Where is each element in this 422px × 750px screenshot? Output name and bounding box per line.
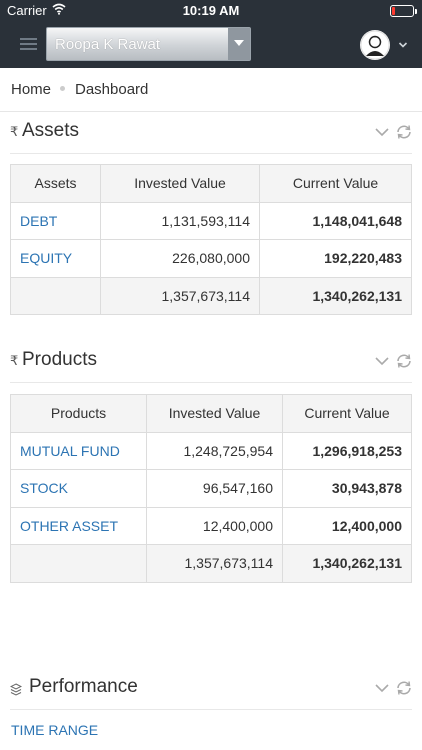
total-current: 1,340,262,131 xyxy=(259,276,412,315)
assets-title: Assets xyxy=(22,120,80,141)
collapse-chevron-icon xyxy=(375,128,389,137)
asset-link[interactable]: EQUITY xyxy=(10,239,101,278)
table-row: EQUITY 226,080,000 192,220,483 xyxy=(10,239,412,278)
column-header: Assets xyxy=(10,164,101,203)
status-bar: Carrier 10:19 AM xyxy=(0,0,422,22)
clock: 10:19 AM xyxy=(182,3,240,18)
total-invested: 1,357,673,114 xyxy=(146,544,283,583)
refresh-icon xyxy=(397,681,411,695)
user-select-label: Roopa K Rawat xyxy=(55,36,161,53)
avatar[interactable] xyxy=(360,30,390,60)
total-row: 1,357,673,114 1,340,262,131 xyxy=(10,276,412,315)
total-row: 1,357,673,114 1,340,262,131 xyxy=(10,544,412,583)
column-header: Current Value xyxy=(282,394,412,433)
invested-value: 1,131,593,114 xyxy=(100,201,260,240)
user-select[interactable]: Roopa K Rawat xyxy=(46,27,251,61)
asset-link[interactable]: DEBT xyxy=(10,201,101,240)
current-value: 1,148,041,648 xyxy=(259,201,412,240)
total-invested: 1,357,673,114 xyxy=(100,276,260,315)
collapse-chevron-icon xyxy=(375,357,389,366)
breadcrumb-separator xyxy=(60,86,65,91)
current-value: 12,400,000 xyxy=(282,506,412,545)
refresh-icon xyxy=(397,125,411,139)
chevron-down-icon[interactable] xyxy=(398,40,408,50)
performance-header: Performance xyxy=(10,668,412,710)
column-header: Current Value xyxy=(259,164,412,203)
layers-icon xyxy=(10,683,22,696)
breadcrumb-current: Dashboard xyxy=(75,81,149,98)
current-value: 1,296,918,253 xyxy=(282,431,412,470)
invested-value: 12,400,000 xyxy=(146,506,283,545)
column-header: Products xyxy=(10,394,147,433)
user-avatar-icon xyxy=(360,30,390,60)
time-range-link[interactable]: TIME RANGE xyxy=(11,722,98,738)
current-value: 30,943,878 xyxy=(282,469,412,508)
column-header: Invested Value xyxy=(146,394,283,433)
total-label xyxy=(10,544,147,583)
assets-table: Assets Invested Value Current Value DEBT… xyxy=(10,164,412,315)
invested-value: 1,248,725,954 xyxy=(146,431,283,470)
table-row: MUTUAL FUND 1,248,725,954 1,296,918,253 xyxy=(10,431,412,470)
refresh-icon xyxy=(397,354,411,368)
table-row: STOCK 96,547,160 30,943,878 xyxy=(10,469,412,508)
product-link[interactable]: MUTUAL FUND xyxy=(10,431,147,470)
rupee-icon: ₹ xyxy=(10,353,19,368)
collapse-chevron-icon xyxy=(375,684,389,693)
product-link[interactable]: STOCK xyxy=(10,469,147,508)
panel-tools xyxy=(375,125,411,139)
select-arrow-icon xyxy=(228,28,250,60)
panel-tools xyxy=(375,354,411,368)
products-title: Products xyxy=(22,349,97,370)
breadcrumb: Home Dashboard xyxy=(0,68,422,112)
total-label xyxy=(10,276,101,315)
total-current: 1,340,262,131 xyxy=(282,544,412,583)
invested-value: 96,547,160 xyxy=(146,469,283,508)
battery-icon xyxy=(390,5,417,17)
breadcrumb-home[interactable]: Home xyxy=(11,81,51,98)
rupee-icon: ₹ xyxy=(10,124,19,139)
performance-title: Performance xyxy=(29,676,138,697)
invested-value: 226,080,000 xyxy=(100,239,260,278)
panel-tools xyxy=(375,681,411,695)
current-value: 192,220,483 xyxy=(259,239,412,278)
top-navbar: Roopa K Rawat xyxy=(0,22,422,68)
menu-icon[interactable] xyxy=(20,38,37,52)
column-header: Invested Value xyxy=(100,164,260,203)
table-row: DEBT 1,131,593,114 1,148,041,648 xyxy=(10,201,412,240)
product-link[interactable]: OTHER ASSET xyxy=(10,506,147,545)
table-row: OTHER ASSET 12,400,000 12,400,000 xyxy=(10,506,412,545)
assets-header: ₹ Assets xyxy=(10,112,412,154)
products-table: Products Invested Value Current Value MU… xyxy=(10,394,412,583)
products-header: ₹ Products xyxy=(10,341,412,383)
